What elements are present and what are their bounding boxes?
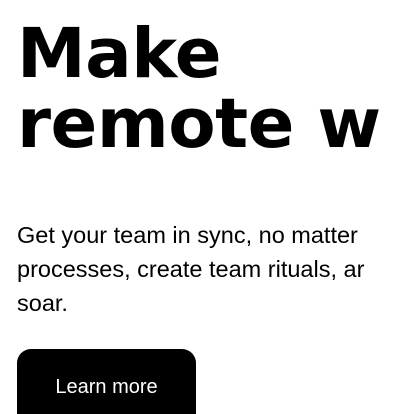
learn-more-button[interactable]: Learn more [17, 349, 196, 414]
hero-headline-line-1: Make [17, 14, 222, 94]
hero-section: Make remote w Get your team in sync, no … [0, 0, 414, 414]
hero-description-line-1: Get your team in sync, no matter [17, 222, 358, 248]
hero-description: Get your team in sync, no matter process… [17, 218, 364, 320]
hero-headline-line-2: remote w [17, 84, 381, 164]
hero-headline: Make remote w [17, 19, 381, 159]
hero-description-line-3: soar. [17, 290, 68, 316]
learn-more-label: Learn more [55, 376, 158, 398]
hero-description-line-2: processes, create team rituals, ar [17, 256, 365, 282]
